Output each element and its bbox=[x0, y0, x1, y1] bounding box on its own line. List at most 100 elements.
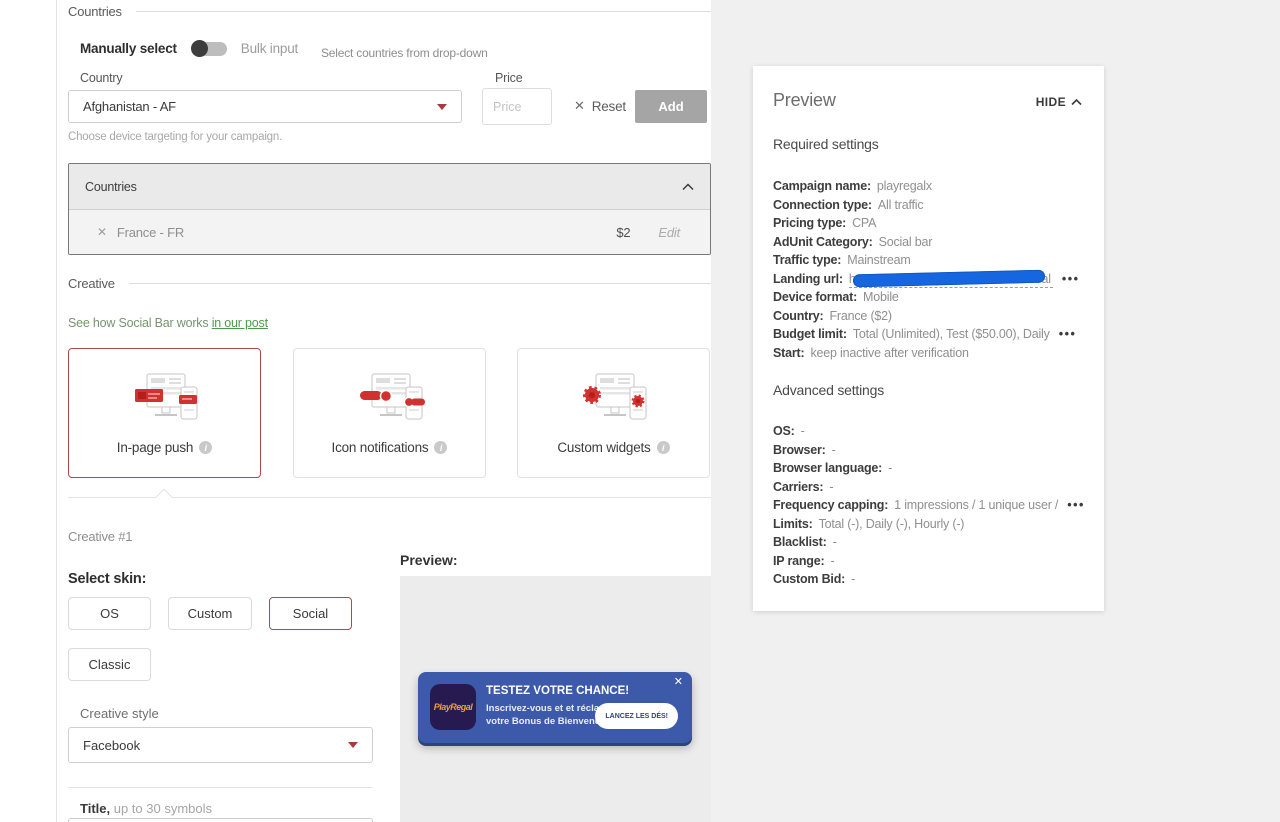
card-label-row: Icon notifications i bbox=[332, 440, 448, 455]
social-bar-info-line: See how Social Bar works in our post bbox=[68, 316, 268, 330]
reset-label: Reset bbox=[592, 99, 626, 114]
setting-row-landing-url: Landing url: http bal ••• bbox=[773, 270, 1079, 289]
preview-panel-title: Preview bbox=[773, 90, 836, 111]
advanced-settings-title: Advanced settings bbox=[773, 382, 884, 398]
setting-row: Blacklist:- bbox=[773, 533, 1085, 552]
price-field-label: Price bbox=[495, 71, 522, 85]
setting-row: Carriers:- bbox=[773, 478, 1085, 497]
ellipsis-button[interactable]: ••• bbox=[1067, 496, 1085, 515]
setting-row: Budget limit:Total (Unlimited), Test ($5… bbox=[773, 325, 1079, 344]
bulk-input-toggle[interactable] bbox=[193, 42, 227, 56]
card-icon-notifications[interactable]: Icon notifications i bbox=[293, 348, 486, 478]
skin-button-os[interactable]: OS bbox=[68, 597, 151, 630]
in-our-post-link[interactable]: in our post bbox=[212, 316, 268, 330]
setting-row: Device format:Mobile bbox=[773, 288, 1079, 307]
country-select-value: Afghanistan - AF bbox=[83, 99, 176, 114]
info-icon[interactable]: i bbox=[434, 441, 447, 454]
preview-label: Preview: bbox=[400, 552, 458, 568]
device-targeting-helper: Choose device targeting for your campaig… bbox=[68, 131, 282, 143]
card-label-row: Custom widgets i bbox=[557, 440, 669, 455]
creative-preview-area: ✕ PlayRegal TESTEZ VOTRE CHANCE! Inscriv… bbox=[400, 576, 711, 822]
setting-row: Connection type:All traffic bbox=[773, 196, 1079, 215]
countries-accordion-title: Countries bbox=[85, 180, 137, 194]
setting-row: Campaign name:playregalx bbox=[773, 177, 1079, 196]
manually-select-label: Manually select bbox=[80, 41, 177, 56]
setting-row: Limits:Total (-), Daily (-), Hourly (-) bbox=[773, 515, 1085, 534]
setting-row: OS:- bbox=[773, 422, 1085, 441]
edit-country-link[interactable]: Edit bbox=[658, 225, 680, 240]
remove-country-icon[interactable]: ✕ bbox=[97, 225, 107, 239]
country-row-price: $2 bbox=[616, 225, 630, 240]
ad-app-icon: PlayRegal bbox=[430, 684, 476, 730]
chevron-down-icon bbox=[437, 104, 447, 110]
ad-app-icon-text: PlayRegal bbox=[434, 702, 473, 712]
preview-panel: Preview HIDE Required settings Campaign … bbox=[753, 66, 1104, 611]
select-skin-label: Select skin: bbox=[68, 571, 146, 587]
title-field-hint: up to 30 symbols bbox=[114, 801, 212, 816]
toggle-knob bbox=[191, 40, 208, 57]
price-input[interactable] bbox=[482, 88, 552, 125]
custom-widgets-illustration-icon bbox=[576, 371, 652, 431]
required-settings-list: Campaign name:playregalx Connection type… bbox=[773, 177, 1079, 362]
creative-style-value: Facebook bbox=[83, 738, 140, 753]
countries-section-header: Countries bbox=[68, 4, 711, 19]
setting-row: IP range:- bbox=[773, 552, 1085, 571]
social-bar-ad-preview: ✕ PlayRegal TESTEZ VOTRE CHANCE! Inscriv… bbox=[418, 672, 692, 743]
ad-title: TESTEZ VOTRE CHANCE! bbox=[486, 685, 629, 697]
creative-style-label: Creative style bbox=[80, 706, 159, 721]
ad-cta-button: LANCEZ LES DÉS! bbox=[595, 703, 678, 729]
style-divider-line bbox=[68, 787, 373, 788]
setting-row: Start:keep inactive after verification bbox=[773, 344, 1079, 363]
card-label: Icon notifications bbox=[332, 440, 429, 455]
advanced-settings-list: OS:- Browser:- Browser language:- Carrie… bbox=[773, 422, 1085, 589]
card-custom-widgets[interactable]: Custom widgets i bbox=[517, 348, 710, 478]
creative-section-header: Creative bbox=[68, 276, 711, 291]
selected-card-notch bbox=[156, 489, 173, 506]
ad-close-icon: ✕ bbox=[674, 675, 683, 688]
setting-row: Pricing type:CPA bbox=[773, 214, 1079, 233]
skin-button-custom[interactable]: Custom bbox=[168, 597, 252, 630]
title-input[interactable] bbox=[68, 818, 373, 822]
country-select[interactable]: Afghanistan - AF bbox=[68, 90, 462, 123]
hide-panel-button[interactable]: HIDE bbox=[1036, 95, 1082, 109]
country-row-name: France - FR bbox=[117, 225, 184, 240]
creative-number: Creative #1 bbox=[68, 529, 132, 544]
landing-url-value: http bal bbox=[849, 270, 1053, 288]
creative-style-select[interactable]: Facebook bbox=[68, 727, 373, 763]
card-label: Custom widgets bbox=[557, 440, 650, 455]
creative-section-title: Creative bbox=[68, 276, 115, 291]
hide-label: HIDE bbox=[1036, 95, 1066, 109]
countries-accordion: Countries ✕ France - FR $2 Edit bbox=[68, 163, 711, 255]
bulk-input-label: Bulk input bbox=[241, 41, 298, 56]
setting-row: Traffic type:Mainstream bbox=[773, 251, 1079, 270]
card-label-row: In-page push i bbox=[117, 440, 212, 455]
setting-row: Frequency capping:1 impressions / 1 uniq… bbox=[773, 496, 1085, 515]
required-settings-title: Required settings bbox=[773, 136, 879, 152]
title-field-label-row: Title, up to 30 symbols bbox=[80, 801, 212, 816]
add-country-button[interactable]: Add bbox=[635, 90, 707, 123]
ellipsis-button[interactable]: ••• bbox=[1059, 325, 1077, 344]
title-field-label: Title, bbox=[80, 801, 110, 816]
ellipsis-button[interactable]: ••• bbox=[1062, 270, 1080, 289]
icon-notifications-illustration-icon bbox=[352, 371, 428, 431]
country-input-mode-row: Manually select Bulk input bbox=[80, 41, 298, 56]
info-icon[interactable]: i bbox=[657, 441, 670, 454]
chevron-up-icon bbox=[682, 183, 694, 191]
setting-row: AdUnit Category:Social bar bbox=[773, 233, 1079, 252]
setting-row: Country:France ($2) bbox=[773, 307, 1079, 326]
info-icon[interactable]: i bbox=[199, 441, 212, 454]
dropdown-hint: Select countries from drop-down bbox=[321, 46, 488, 60]
reset-button[interactable]: ✕ Reset bbox=[574, 98, 626, 114]
content-left-border bbox=[56, 0, 57, 822]
card-label: In-page push bbox=[117, 440, 193, 455]
in-page-push-illustration-icon bbox=[127, 371, 203, 431]
skin-button-classic[interactable]: Classic bbox=[68, 648, 151, 681]
skin-button-social[interactable]: Social bbox=[269, 597, 352, 630]
country-field-label: Country bbox=[80, 71, 122, 85]
card-in-page-push[interactable]: In-page push i bbox=[68, 348, 261, 478]
countries-accordion-header[interactable]: Countries bbox=[69, 164, 710, 210]
setting-row: Custom Bid:- bbox=[773, 570, 1085, 589]
country-row-france: ✕ France - FR $2 Edit bbox=[69, 210, 710, 254]
countries-section-title: Countries bbox=[68, 4, 122, 19]
section-divider-line bbox=[136, 11, 711, 12]
